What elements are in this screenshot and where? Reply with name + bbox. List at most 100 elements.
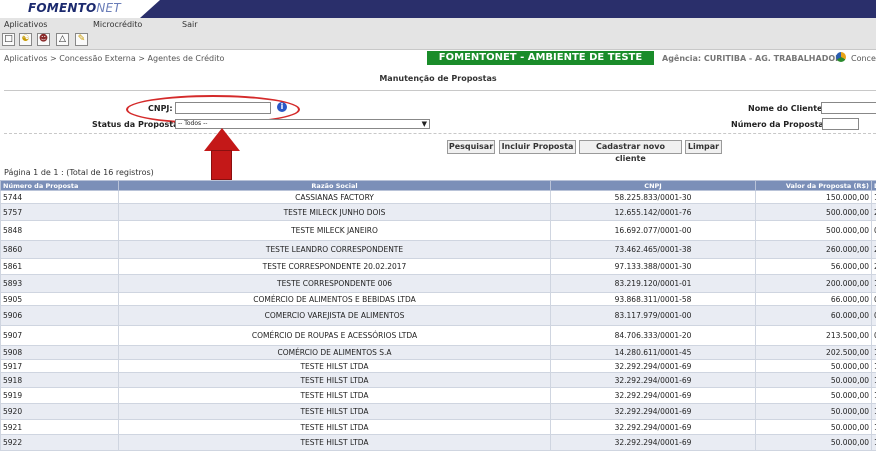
cell-numero: 5861 [0, 258, 119, 275]
cell-d: 1 [871, 190, 876, 204]
cell-razao: TESTE MILECK JANEIRO [118, 220, 551, 241]
cell-cnpj: 32.292.294/0001-69 [550, 387, 756, 404]
col-header-valor[interactable]: Valor da Proposta (R$) [755, 180, 872, 191]
col-header-razao[interactable]: Razão Social [118, 180, 551, 191]
cell-cnpj: 73.462.465/0001-38 [550, 240, 756, 259]
cell-razao: CASSIANAS FACTORY [118, 190, 551, 204]
cell-cnpj: 32.292.294/0001-69 [550, 419, 756, 435]
paging-info: Página 1 de 1 : (Total de 16 registros) [4, 168, 154, 177]
col-header-d[interactable]: D [871, 180, 876, 191]
cell-razao: COMÉRCIO DE ALIMENTOS E BEBIDAS LTDA [118, 292, 551, 306]
table-row[interactable]: 5744 CASSIANAS FACTORY 58.225.833/0001-30 1… [0, 190, 876, 204]
environment-banner: FOMENTONET - AMBIENTE DE TESTE [427, 51, 654, 65]
cell-cnpj: 84.706.333/0001-20 [550, 325, 756, 346]
cell-d: 1 [871, 359, 876, 373]
cell-valor: 500.000,00 [755, 220, 872, 241]
yin-yang-icon[interactable]: ☯ [19, 33, 32, 46]
cell-valor: 50.000,00 [755, 434, 872, 451]
cell-valor: 50.000,00 [755, 387, 872, 404]
users-icon[interactable]: ☻ [37, 33, 50, 46]
table-row[interactable]: 5918 TESTE HILST LTDA 32.292.294/0001-69 50… [0, 372, 876, 388]
cell-numero: 5860 [0, 240, 119, 259]
cell-razao: TESTE HILST LTDA [118, 434, 551, 451]
table-body: 5744 CASSIANAS FACTORY 58.225.833/0001-30 1… [0, 190, 876, 451]
cell-cnpj: 12.655.142/0001-76 [550, 203, 756, 221]
cell-cnpj: 83.117.979/0001-00 [550, 305, 756, 326]
cell-numero: 5920 [0, 403, 119, 420]
cell-razao: COMERCIO VAREJISTA DE ALIMENTOS [118, 305, 551, 326]
cell-d: 1 [871, 387, 876, 404]
cell-valor: 150.000,00 [755, 190, 872, 204]
clear-button[interactable]: Limpar [685, 140, 722, 154]
table-row[interactable]: 5907 COMÉRCIO DE ROUPAS E ACESSÓRIOS LTDA… [0, 325, 876, 346]
cell-valor: 66.000,00 [755, 292, 872, 306]
cell-d: 1 [871, 419, 876, 435]
cell-razao: TESTE HILST LTDA [118, 419, 551, 435]
table-row[interactable]: 5860 TESTE LEANDRO CORRESPONDENTE 73.462.4… [0, 240, 876, 259]
cell-cnpj: 83.219.120/0001-01 [550, 274, 756, 293]
status-label: Status da Proposta: [92, 120, 182, 129]
cell-cnpj: 97.133.388/0001-30 [550, 258, 756, 275]
numero-label: Número da Proposta: [731, 120, 827, 129]
new-client-button[interactable]: Cadastrar novo cliente [579, 140, 682, 163]
menu-item-aplicativos[interactable]: Aplicativos [4, 20, 47, 29]
cell-numero: 5893 [0, 274, 119, 293]
cell-numero: 5919 [0, 387, 119, 404]
numero-input[interactable] [822, 118, 859, 130]
cell-numero: 5908 [0, 345, 119, 360]
cell-valor: 50.000,00 [755, 372, 872, 388]
menu-item-microcredito[interactable]: Microcrédito [93, 20, 142, 29]
logo-sub-text: NET [96, 1, 121, 15]
table-row[interactable]: 5848 TESTE MILECK JANEIRO 16.692.077/0001-… [0, 220, 876, 241]
page-title: Manutenção de Propostas [379, 74, 497, 83]
cell-cnpj: 32.292.294/0001-69 [550, 359, 756, 373]
table-row[interactable]: 5757 TESTE MILECK JUNHO DOIS 12.655.142/00… [0, 203, 876, 221]
add-proposal-button[interactable]: Incluir Proposta [499, 140, 576, 154]
cliente-input[interactable] [821, 102, 876, 114]
cell-d: 1 [871, 345, 876, 360]
new-document-icon[interactable]: □ [2, 33, 15, 46]
menu-item-sair[interactable]: Sair [182, 20, 198, 29]
chevron-down-icon: ▼ [421, 120, 427, 128]
cell-numero: 5744 [0, 190, 119, 204]
warning-icon[interactable]: △ [56, 33, 69, 46]
cliente-label: Nome do Cliente: [748, 104, 826, 113]
cell-numero: 5906 [0, 305, 119, 326]
table-row[interactable]: 5861 TESTE CORRESPONDENTE 20.02.2017 97.13… [0, 258, 876, 275]
cell-d: 1 [871, 403, 876, 420]
col-header-cnpj[interactable]: CNPJ [550, 180, 756, 191]
cell-numero: 5921 [0, 419, 119, 435]
table-row[interactable]: 5919 TESTE HILST LTDA 32.292.294/0001-69 50… [0, 387, 876, 404]
cell-d: 1 [871, 274, 876, 293]
table-row[interactable]: 5908 COMÉRCIO DE ALIMENTOS S.A 14.280.611/… [0, 345, 876, 360]
table-row[interactable]: 5917 TESTE HILST LTDA 32.292.294/0001-69 50… [0, 359, 876, 373]
cell-d: 1 [871, 372, 876, 388]
cell-valor: 56.000,00 [755, 258, 872, 275]
search-button[interactable]: Pesquisar [447, 140, 495, 154]
cell-d: 0 [871, 220, 876, 241]
cell-numero: 5922 [0, 434, 119, 451]
cell-valor: 200.000,00 [755, 274, 872, 293]
cell-d: 2 [871, 240, 876, 259]
cell-numero: 5907 [0, 325, 119, 346]
table-row[interactable]: 5920 TESTE HILST LTDA 32.292.294/0001-69 50… [0, 403, 876, 420]
cell-d: 2 [871, 203, 876, 221]
status-select-value: -- Todos -- [178, 120, 208, 127]
cell-cnpj: 32.292.294/0001-69 [550, 434, 756, 451]
cell-razao: COMÉRCIO DE ALIMENTOS S.A [118, 345, 551, 360]
cell-numero: 5918 [0, 372, 119, 388]
table-row[interactable]: 5905 COMÉRCIO DE ALIMENTOS E BEBIDAS LTDA… [0, 292, 876, 306]
menu-bar: Aplicativos Microcrédito Sair [0, 18, 876, 31]
arrow-shaft [211, 150, 232, 180]
edit-icon[interactable]: ✎ [75, 33, 88, 46]
table-row[interactable]: 5906 COMERCIO VAREJISTA DE ALIMENTOS 83.11… [0, 305, 876, 326]
col-header-numero[interactable]: Número da Proposta [0, 180, 119, 191]
cell-razao: TESTE HILST LTDA [118, 403, 551, 420]
agency-label: Agência: CURITIBA - AG. TRABALHADOR [662, 54, 842, 63]
table-row[interactable]: 5922 TESTE HILST LTDA 32.292.294/0001-69 50… [0, 434, 876, 451]
cell-valor: 213.500,00 [755, 325, 872, 346]
cell-valor: 60.000,00 [755, 305, 872, 326]
cell-numero: 5905 [0, 292, 119, 306]
table-row[interactable]: 5921 TESTE HILST LTDA 32.292.294/0001-69 50… [0, 419, 876, 435]
table-row[interactable]: 5893 TESTE CORRESPONDENTE 006 83.219.120/0… [0, 274, 876, 293]
